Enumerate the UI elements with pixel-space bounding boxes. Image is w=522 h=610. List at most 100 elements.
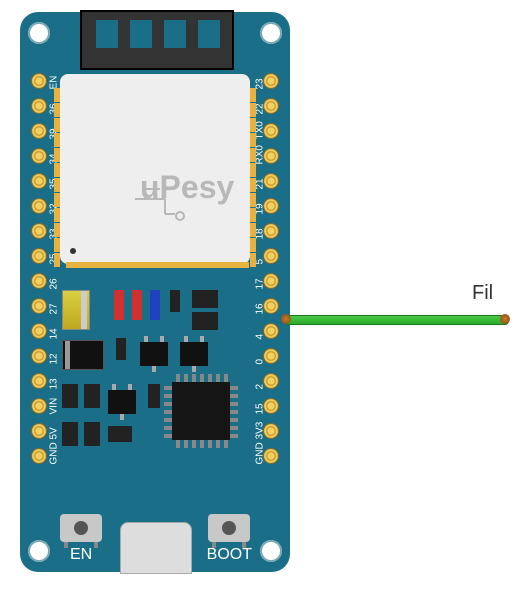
smd-resistor-red-2 (132, 290, 142, 320)
shield-pad-bottom-6 (144, 262, 158, 268)
shield-pad-right-9 (250, 223, 256, 237)
pin-label-right-6: 18 (255, 228, 266, 239)
pin-right-23 (264, 74, 278, 88)
shield-pad-left-8 (54, 208, 60, 222)
shield-pad-left-2 (54, 118, 60, 132)
pin-label-right-1: 22 (255, 103, 266, 114)
shield-pad-bottom-3 (105, 262, 119, 268)
pin-right-19 (264, 199, 278, 213)
shield-pad-right-5 (250, 163, 256, 177)
shield-pad-right-10 (250, 238, 256, 252)
pin-label-right-9: 16 (255, 303, 266, 314)
mount-hole-bl (28, 540, 50, 562)
smd-comp-1 (170, 290, 180, 312)
pin-right-5 (264, 249, 278, 263)
pcb-antenna (80, 10, 234, 70)
en-button[interactable] (60, 514, 102, 542)
shield-pad-right-2 (250, 118, 256, 132)
smd-comp-3 (192, 312, 218, 330)
boot-button[interactable] (208, 514, 250, 542)
shield-pad-bottom-4 (118, 262, 132, 268)
pin-label-right-2: TX0 (255, 121, 266, 139)
pin-label-left-10: 14 (49, 328, 60, 339)
shield-pad-bottom-0 (66, 262, 80, 268)
sot-transistor-2 (180, 342, 208, 366)
smd-comp-10 (108, 426, 132, 442)
pin-label-right-14: 3V3 (255, 422, 266, 440)
pin-label-right-5: 19 (255, 203, 266, 214)
pin-label-left-13: VIN (49, 398, 60, 415)
shield-pad-right-7 (250, 193, 256, 207)
shield-pad-left-0 (54, 88, 60, 102)
pin-left-VIN (32, 399, 46, 413)
board-logo-text: uPesy (140, 169, 234, 206)
pin-label-left-15: GND (49, 442, 60, 464)
shield-pad-bottom-13 (235, 262, 249, 268)
pin-label-right-10: 4 (255, 334, 266, 340)
sot-transistor-1 (140, 342, 168, 366)
smd-comp-4 (116, 338, 126, 360)
shield-pad-right-8 (250, 208, 256, 222)
pin-right-17 (264, 274, 278, 288)
shield-pad-left-5 (54, 163, 60, 177)
pin-label-right-8: 17 (255, 278, 266, 289)
pin-right-16 (264, 299, 278, 313)
pin-left-EN (32, 74, 46, 88)
pin-label-left-9: 27 (49, 303, 60, 314)
pin-label-left-14: 5V (49, 427, 60, 439)
pin-left-26 (32, 274, 46, 288)
shield-pad-bottom-11 (209, 262, 223, 268)
pin-label-right-7: 5 (255, 259, 266, 265)
pin-left-39 (32, 124, 46, 138)
shield-pad-bottom-9 (183, 262, 197, 268)
pin-right-0 (264, 349, 278, 363)
usb-c-port (120, 522, 192, 574)
shield-pad-bottom-8 (170, 262, 184, 268)
pin1-dot (70, 248, 76, 254)
pin-label-right-4: 21 (255, 178, 266, 189)
diode (62, 340, 104, 370)
shield-pad-right-0 (250, 88, 256, 102)
pin-right-4 (264, 324, 278, 338)
pin-label-right-0: 23 (255, 78, 266, 89)
pin-left-14 (32, 324, 46, 338)
shield-pad-left-7 (54, 193, 60, 207)
pin-label-right-11: 0 (255, 359, 266, 365)
esp32-module-shield: uPesy (60, 74, 250, 264)
smd-comp-2 (192, 290, 218, 308)
wire-label: Fil (472, 282, 493, 305)
pin-right-22 (264, 99, 278, 113)
pin-right-TX0 (264, 124, 278, 138)
smd-comp-7 (148, 384, 160, 408)
pin-label-right-15: GND (255, 442, 266, 464)
shield-pad-bottom-1 (79, 262, 93, 268)
smd-resistor-red-1 (114, 290, 124, 320)
wire-end-right (500, 314, 510, 324)
smd-comp-6 (84, 384, 100, 408)
mount-hole-br (260, 540, 282, 562)
shield-pad-left-4 (54, 148, 60, 162)
pin-label-left-8: 26 (49, 278, 60, 289)
pin-left-27 (32, 299, 46, 313)
pin-right-RX0 (264, 149, 278, 163)
shield-pad-left-3 (54, 133, 60, 147)
pin-left-33 (32, 224, 46, 238)
pin-label-left-11: 12 (49, 353, 60, 364)
smd-comp-9 (84, 422, 100, 446)
mount-hole-tr (260, 22, 282, 44)
shield-pad-bottom-5 (131, 262, 145, 268)
smd-comp-5 (62, 384, 78, 408)
sot-transistor-3 (108, 390, 136, 414)
tantalum-cap (62, 290, 90, 330)
shield-pad-right-4 (250, 148, 256, 162)
pin-left-13 (32, 374, 46, 388)
pin-right-3V3 (264, 424, 278, 438)
en-button-label: EN (70, 546, 92, 564)
pin-left-12 (32, 349, 46, 363)
smd-comp-8 (62, 422, 78, 446)
boot-button-label: BOOT (207, 546, 252, 564)
pin-label-right-3: RX0 (255, 145, 266, 164)
shield-pad-bottom-12 (222, 262, 236, 268)
pin-left-25 (32, 249, 46, 263)
shield-pad-left-6 (54, 178, 60, 192)
